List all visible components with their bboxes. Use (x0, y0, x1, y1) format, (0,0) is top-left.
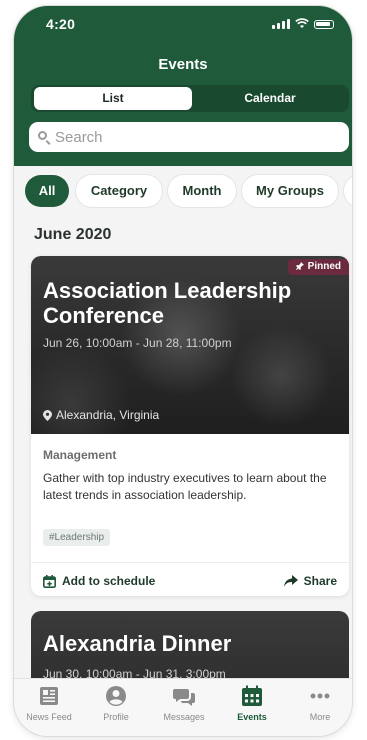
wifi-icon (295, 18, 309, 28)
event-tag[interactable]: #Leadership (43, 529, 111, 546)
calendar-icon (242, 685, 262, 706)
tab-profile[interactable]: Profile (86, 685, 146, 722)
tab-more[interactable]: More (290, 685, 350, 722)
share-label: Share (303, 574, 337, 588)
tab-label: Events (237, 712, 267, 722)
header: 4:20 Events List Calendar Search (14, 6, 352, 166)
event-image: Pinned Association Leadership Conference… (31, 256, 349, 434)
filter-chip-month[interactable]: Month (168, 175, 236, 207)
divider (31, 562, 349, 563)
share-icon (283, 575, 298, 587)
page-title: Events (158, 56, 208, 73)
search-icon (38, 131, 47, 140)
status-time: 4:20 (46, 16, 76, 32)
tab-label: News Feed (26, 712, 72, 722)
event-card[interactable]: Pinned Association Leadership Conference… (31, 256, 349, 596)
status-icons (272, 18, 334, 29)
event-location-text: Alexandria, Virginia (56, 408, 160, 422)
search-input[interactable]: Search (29, 122, 349, 152)
section-title: June 2020 (34, 226, 112, 243)
tab-label: Profile (103, 712, 129, 722)
status-bar: 4:20 (14, 14, 352, 36)
calendar-plus-icon (43, 574, 56, 588)
add-to-schedule-button[interactable]: Add to schedule (43, 574, 155, 588)
pinned-badge: Pinned (287, 259, 349, 275)
tab-events[interactable]: Events (222, 685, 282, 722)
messages-icon (173, 689, 195, 706)
tab-list[interactable]: List (34, 87, 192, 110)
signal-icon (272, 19, 290, 29)
location-pin-icon (43, 409, 52, 421)
event-description: Gather with top industry executives to l… (43, 471, 327, 502)
bottom-tab-bar: News Feed Profile Messages Events More (14, 678, 352, 736)
tab-news-feed[interactable]: News Feed (19, 685, 79, 722)
phone-screen: 4:20 Events List Calendar Search All Cat… (14, 6, 352, 736)
profile-icon (106, 686, 126, 706)
filter-chip-category[interactable]: Category (76, 175, 162, 207)
event-dates: Jun 26, 10:00am - Jun 28, 11:00pm (43, 336, 232, 350)
pin-icon (295, 262, 304, 270)
view-toggle: List Calendar (31, 85, 349, 112)
event-title: Association Leadership Conference (43, 278, 292, 328)
event-title: Alexandria Dinner (43, 631, 232, 656)
newspaper-icon (40, 687, 58, 705)
battery-icon (314, 20, 334, 29)
share-button[interactable]: Share (283, 574, 337, 588)
tab-label: Messages (163, 712, 205, 722)
more-icon (310, 693, 330, 699)
event-category: Management (43, 448, 117, 462)
tab-calendar[interactable]: Calendar (193, 87, 347, 110)
tab-label: More (309, 712, 331, 722)
pinned-label: Pinned (307, 261, 341, 272)
add-to-schedule-label: Add to schedule (62, 574, 156, 588)
filter-chip-all[interactable]: All (25, 175, 69, 207)
tab-messages[interactable]: Messages (154, 685, 214, 722)
event-location: Alexandria, Virginia (43, 408, 159, 422)
filter-chip-more[interactable] (344, 175, 352, 207)
filter-chip-my-groups[interactable]: My Groups (242, 175, 338, 207)
search-placeholder: Search (55, 129, 103, 146)
